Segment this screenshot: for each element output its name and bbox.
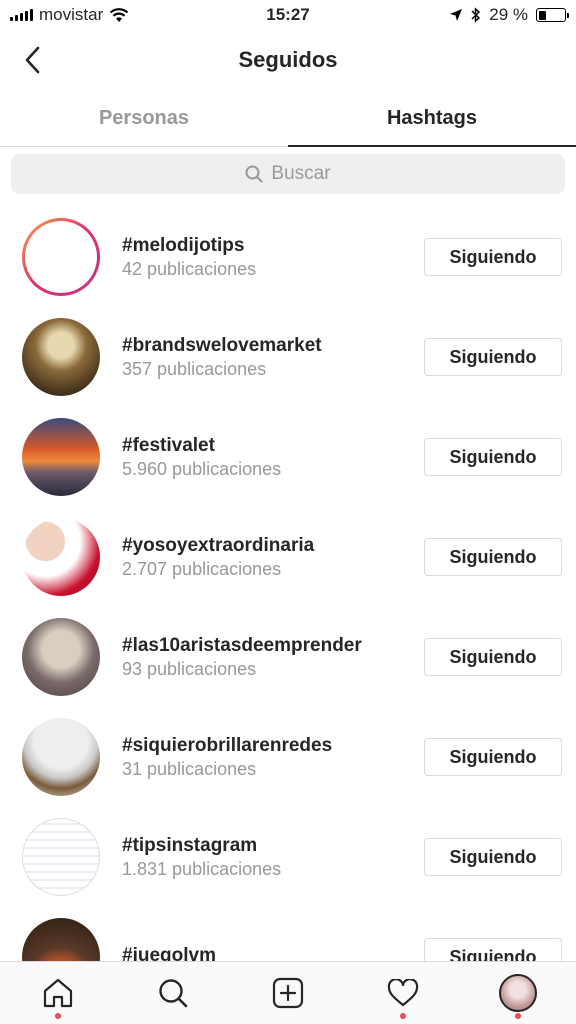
carrier-label: movistar [39,5,104,24]
nav-activity[interactable] [373,963,433,1023]
post-count: 42 publicaciones [122,258,257,279]
hashtag-list: #melodijotips 42 publicaciones Siguiendo … [0,207,576,961]
home-icon [43,978,72,1008]
clock: 15:27 [266,5,310,24]
hashtag-name: #brandswelovemarket [122,334,322,356]
status-bar: movistar 15:27 29 % [0,0,576,30]
hashtag-avatar [22,218,100,296]
search-placeholder: Buscar [271,163,331,184]
hashtag-avatar [22,918,100,961]
hashtag-avatar [22,318,100,396]
following-button[interactable]: Siguiendo [424,538,562,576]
nav-add-post[interactable] [258,963,318,1023]
hashtag-name: #juegolvm [122,945,216,961]
search-input[interactable]: Buscar [11,154,565,194]
following-button[interactable]: Siguiendo [424,838,562,876]
nav-profile[interactable] [488,963,548,1023]
hashtag-avatar [22,518,100,596]
hashtag-name: #melodijotips [122,234,245,256]
bluetooth-icon [471,7,481,23]
following-button[interactable]: Siguiendo [424,938,562,961]
hashtag-name: #festivalet [122,434,215,456]
list-item[interactable]: #yosoyextraordinaria 2.707 publicaciones … [0,507,576,607]
tab-personas[interactable]: Personas [0,90,288,146]
tab-hashtags[interactable]: Hashtags [288,90,576,147]
hashtag-avatar [22,818,100,896]
notification-dot [400,1013,407,1019]
hashtag-name: #tipsinstagram [122,834,258,856]
list-item[interactable]: #tipsinstagram 1.831 publicaciones Siguie… [0,807,576,907]
add-post-icon [272,977,304,1009]
following-button[interactable]: Siguiendo [424,238,562,276]
post-count: 31 publicaciones [122,758,257,779]
heart-icon [387,979,419,1007]
following-button[interactable]: Siguiendo [424,338,562,376]
page-title: Seguidos [238,47,338,72]
nav-search[interactable] [143,963,203,1023]
hashtag-avatar [22,718,100,796]
post-count: 5.960 publicaciones [122,458,282,479]
list-item[interactable]: #las10aristasdeemprender 93 publicaciones… [0,607,576,707]
following-button[interactable]: Siguiendo [424,438,562,476]
nav-header: Seguidos [0,30,576,90]
list-item[interactable]: #melodijotips 42 publicaciones Siguiendo [0,207,576,307]
nav-home[interactable] [28,963,88,1023]
chevron-left-icon [25,46,40,74]
list-item[interactable]: #siquierobrillarenredes 31 publicaciones … [0,707,576,807]
back-button[interactable] [14,42,50,78]
profile-avatar [499,974,538,1012]
wifi-icon [109,7,129,22]
notification-dot [54,1013,61,1019]
hashtag-name: #siquierobrillarenredes [122,734,333,756]
search-icon [245,165,263,183]
search-icon [159,979,188,1008]
list-item[interactable]: #festivalet 5.960 publicaciones Siguiendo [0,407,576,507]
post-count: 2.707 publicaciones [122,558,282,579]
hashtag-avatar [22,618,100,696]
signal-icon [10,9,33,21]
hashtag-name: #yosoyextraordinaria [122,534,315,556]
list-item[interactable]: #juegolvm Siguiendo [0,907,576,961]
battery-percent: 29 % [489,5,528,24]
post-count: 1.831 publicaciones [122,858,282,879]
hashtag-avatar [22,418,100,496]
location-arrow-icon [450,9,463,21]
notification-dot [515,1013,522,1019]
tab-bar: Personas Hashtags [0,90,576,147]
post-count: 357 publicaciones [122,358,267,379]
list-item[interactable]: #brandswelovemarket 357 publicaciones Sig… [0,307,576,407]
following-button[interactable]: Siguiendo [424,738,562,776]
battery-icon [536,8,569,22]
post-count: 93 publicaciones [122,658,257,679]
following-button[interactable]: Siguiendo [424,638,562,676]
bottom-nav [0,961,576,1024]
hashtag-name: #las10aristasdeemprender [122,634,362,656]
hashtag-icon [41,235,81,279]
